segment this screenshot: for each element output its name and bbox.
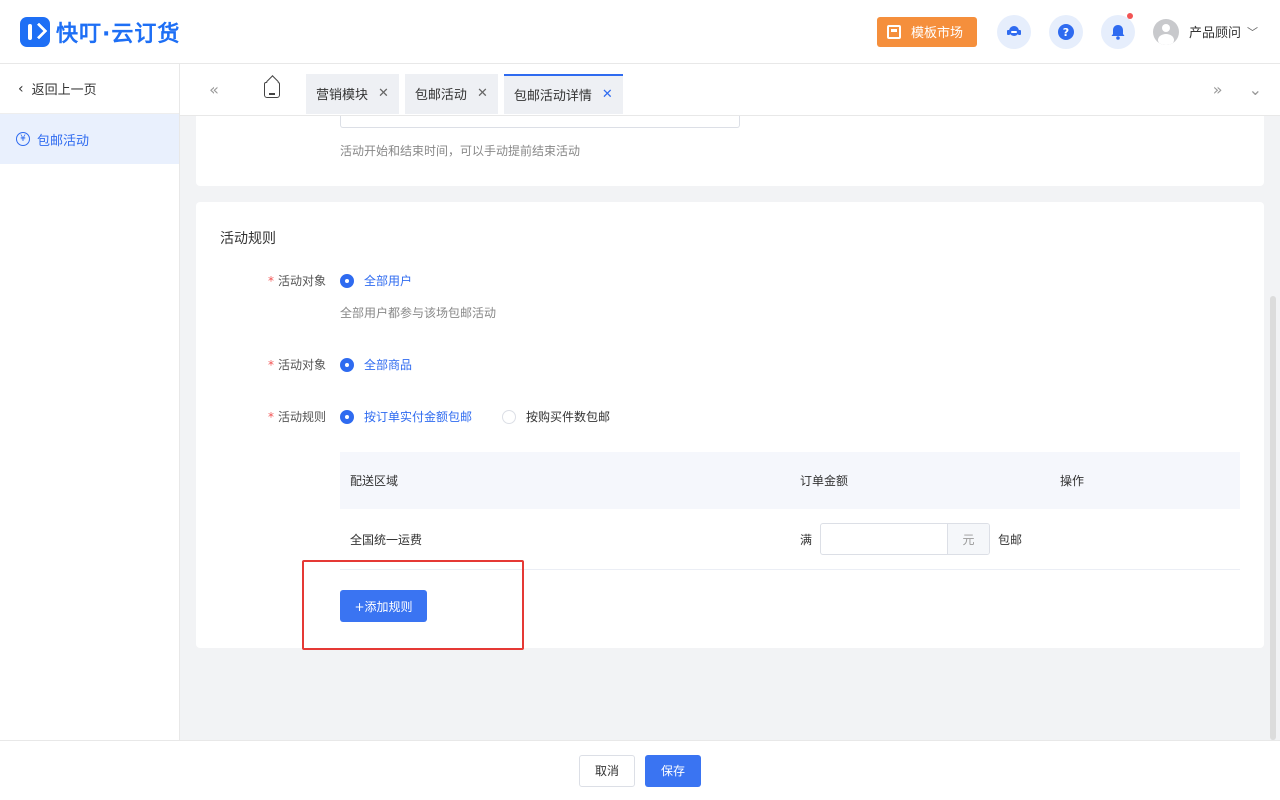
tab-marketing[interactable]: 营销模块 ✕ (306, 73, 399, 114)
template-market-button[interactable]: 模板市场 (876, 16, 977, 47)
logo-icon (20, 16, 50, 47)
bell-icon (1111, 24, 1125, 40)
target-user-hint: 全部用户都参与该场包邮活动 (340, 306, 497, 320)
main-content: 活动开始和结束时间，可以手动提前结束活动 活动规则 * 活动对象 全部用户 全部用… (196, 116, 1264, 740)
tab-free-shipping[interactable]: 包邮活动 ✕ (404, 73, 498, 114)
activity-time-input[interactable] (340, 116, 740, 128)
rule-type-label-text: 活动规则 (277, 410, 326, 424)
rule-type-label: * 活动规则 (196, 408, 326, 425)
header-actions: 模板市场 ? 产品顾问 ﹀ (876, 12, 1258, 49)
customer-service-button[interactable] (996, 14, 1031, 49)
template-icon (886, 24, 901, 39)
radio-by-order-amount[interactable]: 按订单实付金额包邮 (340, 408, 472, 425)
radio-label: 按购买件数包邮 (526, 410, 611, 424)
activity-time-hint: 活动开始和结束时间，可以手动提前结束活动 (340, 144, 581, 158)
chevron-down-icon[interactable]: ⌄ (1249, 80, 1262, 99)
cancel-button[interactable]: 取消 (579, 754, 635, 787)
amount-cell: 满 元 包邮 (790, 523, 1060, 555)
scrollbar[interactable] (1270, 296, 1276, 740)
required-mark: * (267, 410, 274, 424)
required-mark: * (267, 358, 274, 372)
footer-bar: 取消 保存 (0, 740, 1280, 800)
table-header: 配送区域 订单金额 操作 (340, 452, 1240, 509)
template-market-label: 模板市场 (910, 26, 963, 41)
radio-label: 全部商品 (364, 358, 413, 372)
close-icon[interactable]: ✕ (378, 86, 389, 101)
header-actions: 操作 (1060, 474, 1085, 488)
service-icon (1006, 25, 1021, 36)
radio-label: 全部用户 (364, 274, 413, 288)
save-button[interactable]: 保存 (645, 754, 701, 787)
tabs-scroll-left-icon[interactable]: « (202, 80, 226, 99)
tab-label: 包邮活动 (414, 88, 467, 103)
activity-time-card: 活动开始和结束时间，可以手动提前结束活动 (196, 116, 1264, 186)
radio-dot (340, 409, 354, 424)
radio-by-item-count[interactable]: 按购买件数包邮 (502, 408, 610, 425)
top-header: 快叮·云订货 模板市场 ? 产品顾问 ﹀ (0, 0, 1280, 64)
help-button[interactable]: ? (1048, 14, 1083, 49)
user-name: 产品顾问 (1188, 26, 1241, 41)
header-region: 配送区域 (350, 474, 399, 488)
tab-bar-controls: » ⌄ (1187, 80, 1262, 99)
sidebar-item-label: 包邮活动 (37, 133, 90, 149)
target-user-label-text: 活动对象 (277, 274, 326, 288)
activity-rules-card: 活动规则 * 活动对象 全部用户 全部用户都参与该场包邮活动 * 活动对象 全部商品… (196, 202, 1264, 650)
amount-input[interactable]: 元 (820, 523, 991, 555)
shipping-rules-table: 配送区域 订单金额 操作 全国统一运费 满 元 包邮 (340, 452, 1240, 570)
yen-icon: ¥ (16, 132, 30, 146)
amount-suffix: 包邮 (998, 532, 1023, 547)
region-cell: 全国统一运费 (350, 532, 423, 547)
avatar (1152, 18, 1179, 45)
radio-dot (340, 273, 354, 288)
tab-free-shipping-detail[interactable]: 包邮活动详情 ✕ (503, 73, 623, 114)
header-order-amount: 订单金额 (800, 474, 849, 488)
help-icon: ? (1057, 23, 1074, 40)
chevron-down-icon: ﹀ (1247, 25, 1258, 39)
target-goods-label: * 活动对象 (196, 356, 326, 373)
highlight-box (302, 560, 524, 650)
target-user-label: * 活动对象 (196, 272, 326, 289)
tab-label: 包邮活动详情 (513, 89, 592, 104)
home-icon[interactable] (264, 81, 280, 98)
amount-field[interactable] (821, 524, 947, 554)
svg-text:?: ? (1063, 26, 1069, 39)
required-mark: * (267, 274, 274, 288)
radio-dot (340, 357, 354, 372)
target-goods-label-text: 活动对象 (277, 358, 326, 372)
tabs-scroll-right-icon[interactable]: » (1213, 80, 1223, 99)
radio-all-goods[interactable]: 全部商品 (340, 356, 412, 373)
section-title: 活动规则 (220, 231, 276, 247)
logo-text: 快叮·云订货 (56, 21, 181, 47)
amount-unit: 元 (947, 524, 990, 554)
tab-label: 营销模块 (316, 88, 369, 103)
radio-label: 按订单实付金额包邮 (364, 410, 473, 424)
radio-dot (502, 409, 516, 424)
notification-dot (1126, 12, 1133, 19)
user-menu[interactable]: 产品顾问 ﹀ (1152, 18, 1258, 45)
logo[interactable]: 快叮·云订货 (20, 16, 180, 48)
close-icon[interactable]: ✕ (477, 86, 488, 101)
sidebar-item-free-shipping[interactable]: ¥ 包邮活动 (0, 114, 179, 164)
back-link[interactable]: ‹ 返回上一页 (0, 64, 179, 114)
back-label: 返回上一页 (31, 83, 97, 98)
tab-bar: « 营销模块 ✕ 包邮活动 ✕ 包邮活动详情 ✕ » ⌄ (180, 64, 1280, 116)
chevron-left-icon: ‹ (18, 80, 24, 97)
sidebar: ‹ 返回上一页 ¥ 包邮活动 (0, 64, 180, 740)
amount-prefix: 满 (800, 532, 813, 547)
close-icon[interactable]: ✕ (602, 87, 613, 102)
notification-button[interactable] (1100, 12, 1135, 49)
radio-all-users[interactable]: 全部用户 (340, 272, 412, 289)
